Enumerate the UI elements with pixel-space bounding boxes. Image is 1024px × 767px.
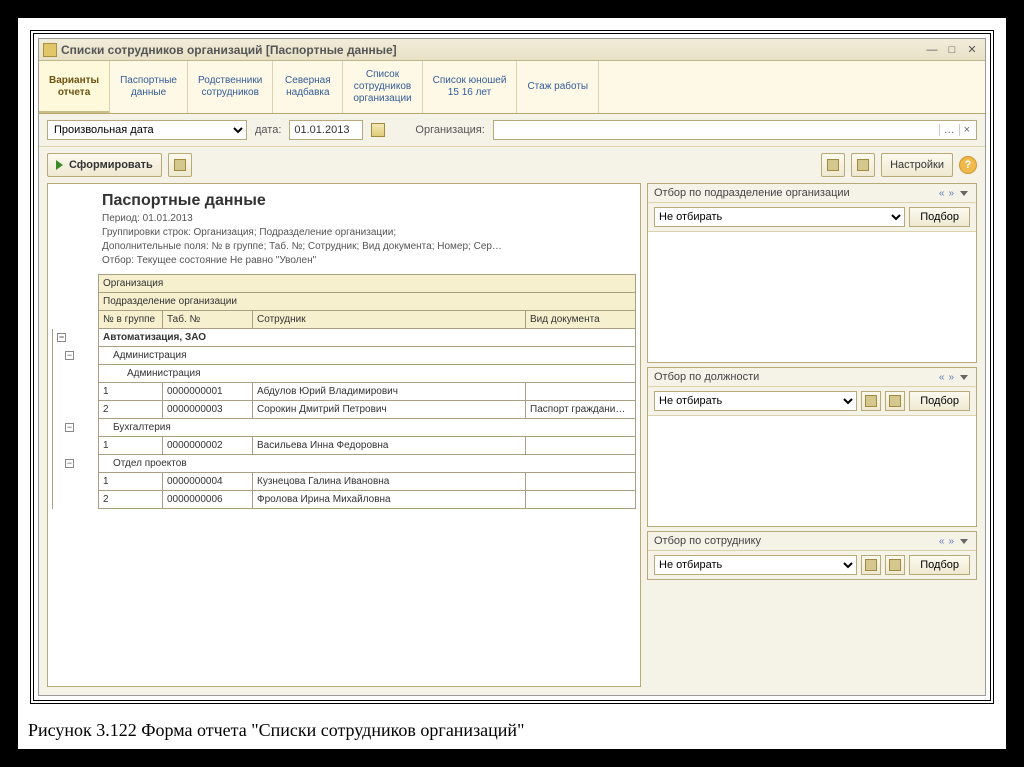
filter-dep-title: Отбор по подразделение организации (654, 187, 850, 199)
table-row: 20000000006Фролова Ирина Михайловна (53, 491, 636, 509)
dropdown-icon[interactable] (956, 536, 970, 547)
filters-panel: Отбор по подразделение организации « » Н… (647, 183, 977, 687)
collapse-icon[interactable]: − (65, 423, 74, 432)
action-row: Сформировать Настройки ? (39, 147, 985, 183)
next-icon[interactable]: » (946, 372, 956, 383)
org-clear-button[interactable]: × (959, 124, 974, 136)
dropdown-icon[interactable] (956, 372, 970, 383)
unlock-icon[interactable] (885, 555, 905, 575)
org-input[interactable]: … × (493, 120, 977, 140)
report-period: Период: 01.01.2013 (102, 212, 586, 226)
period-mode-select[interactable]: Произвольная дата (47, 120, 247, 140)
report-grouping: Группировки строк: Организация; Подразде… (102, 226, 586, 240)
org-label: Организация: (415, 124, 484, 136)
params-row: Произвольная дата дата: 01.01.2013 Орган… (39, 114, 985, 147)
view-list-button[interactable] (851, 153, 875, 177)
filter-dep-list[interactable] (648, 231, 976, 362)
lock-icon[interactable] (861, 555, 881, 575)
app-window: Списки сотрудников организаций [Паспортн… (38, 38, 986, 696)
tab-3[interactable]: Севернаянадбавка (273, 61, 343, 113)
maximize-button[interactable]: □ (943, 42, 961, 58)
filter-by-employee: Отбор по сотруднику « » Не отбирать Подб… (647, 531, 977, 580)
window-title: Списки сотрудников организаций [Паспортн… (61, 43, 921, 57)
tab-6[interactable]: Стаж работы (517, 61, 599, 113)
generate-button[interactable]: Сформировать (47, 153, 162, 177)
column-dep: Подразделение организации (99, 293, 636, 311)
table-row: 10000000002Васильева Инна Федоровна (53, 437, 636, 455)
app-icon (43, 43, 57, 57)
column-doc: Вид документа (526, 311, 636, 329)
date-label: дата: (255, 124, 281, 136)
column-tab: Таб. № (163, 311, 253, 329)
filter-dep-pick[interactable]: Подбор (909, 207, 970, 227)
report-extra-fields: Дополнительные поля: № в группе; Таб. №;… (102, 240, 586, 254)
figure-caption: Рисунок 3.122 Форма отчета "Списки сотру… (18, 716, 1006, 749)
report-title: Паспортные данные (102, 192, 586, 210)
table-row: −Автоматизация, ЗАО (53, 329, 636, 347)
filter-by-department: Отбор по подразделение организации « » Н… (647, 183, 977, 363)
prev-icon[interactable]: « (937, 188, 947, 199)
next-icon[interactable]: » (946, 188, 956, 199)
report-grid: Организация Подразделение организации № … (52, 274, 636, 509)
tab-5[interactable]: Список юношей15 16 лет (423, 61, 518, 113)
filter-by-position: Отбор по должности « » Не отбирать Подбо… (647, 367, 977, 527)
filter-emp-pick[interactable]: Подбор (909, 555, 970, 575)
help-button[interactable]: ? (959, 156, 977, 174)
org-browse-button[interactable]: … (939, 124, 959, 136)
next-icon[interactable]: » (946, 536, 956, 547)
filter-pos-title: Отбор по должности (654, 371, 759, 383)
tab-1[interactable]: Паспортныеданные (110, 61, 188, 113)
table-row: −Бухгалтерия (53, 419, 636, 437)
table-row: −Отдел проектов (53, 455, 636, 473)
table-row: 20000000003Сорокин Дмитрий ПетровичПаспо… (53, 401, 636, 419)
filter-emp-title: Отбор по сотруднику (654, 535, 761, 547)
filter-dep-mode[interactable]: Не отбирать (654, 207, 905, 227)
column-emp: Сотрудник (253, 311, 526, 329)
filter-pos-list[interactable] (648, 415, 976, 526)
tabstrip: ВариантыотчетаПаспортныеданныеРодственни… (39, 61, 985, 114)
filter-pos-pick[interactable]: Подбор (909, 391, 970, 411)
calendar-icon[interactable] (371, 123, 385, 137)
minimize-button[interactable]: — (923, 42, 941, 58)
settings-button[interactable]: Настройки (881, 153, 953, 177)
tab-0[interactable]: Вариантыотчета (39, 61, 110, 113)
collapse-icon[interactable]: − (65, 459, 74, 468)
close-button[interactable]: ✕ (963, 42, 981, 58)
view-grid-button[interactable] (821, 153, 845, 177)
column-num: № в группе (99, 311, 163, 329)
table-row: 10000000004Кузнецова Галина Ивановна (53, 473, 636, 491)
filter-pos-mode[interactable]: Не отбирать (654, 391, 857, 411)
report-panel: Паспортные данные Период: 01.01.2013 Гру… (47, 183, 641, 687)
prev-icon[interactable]: « (937, 536, 947, 547)
table-row: −Администрация (53, 347, 636, 365)
tab-2[interactable]: Родственникисотрудников (188, 61, 273, 113)
collapse-icon[interactable]: − (65, 351, 74, 360)
table-row: Администрация (53, 365, 636, 383)
unlock-icon[interactable] (885, 391, 905, 411)
report-filter: Отбор: Текущее состояние Не равно "Уволе… (102, 254, 586, 268)
table-row: 10000000001Абдулов Юрий Владимирович (53, 383, 636, 401)
tab-4[interactable]: Списоксотрудниковорганизации (343, 61, 422, 113)
titlebar: Списки сотрудников организаций [Паспортн… (39, 39, 985, 61)
filter-emp-mode[interactable]: Не отбирать (654, 555, 857, 575)
dropdown-icon[interactable] (956, 188, 970, 199)
lock-icon[interactable] (861, 391, 881, 411)
column-org: Организация (99, 275, 636, 293)
export-button[interactable] (168, 153, 192, 177)
prev-icon[interactable]: « (937, 372, 947, 383)
collapse-icon[interactable]: − (57, 333, 66, 342)
play-icon (56, 160, 63, 170)
date-input[interactable]: 01.01.2013 (289, 120, 363, 140)
